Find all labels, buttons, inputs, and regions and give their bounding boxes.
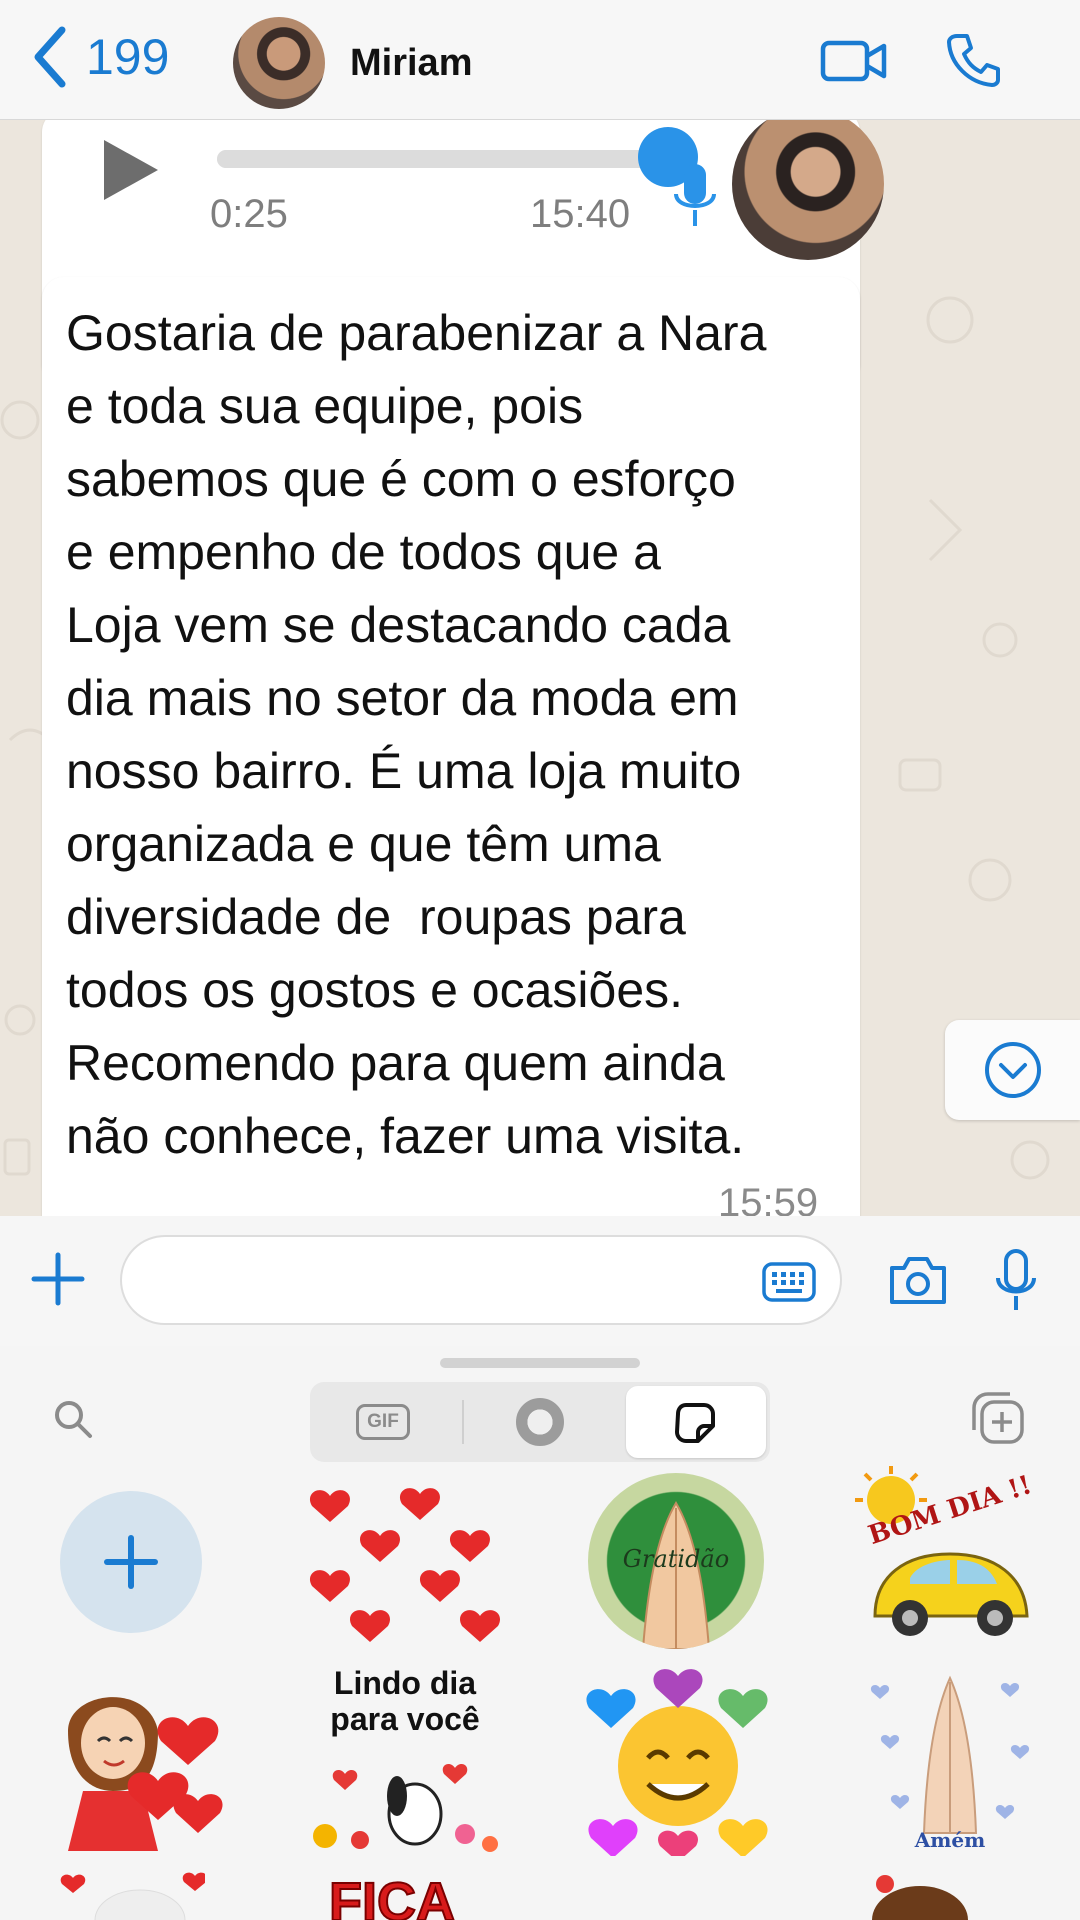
unread-count: 199 xyxy=(86,29,170,85)
phone-call-icon[interactable] xyxy=(945,32,1001,88)
sticker-bom-dia[interactable]: BOM DIA !! xyxy=(855,1466,1045,1646)
plus-icon[interactable] xyxy=(30,1251,86,1307)
chat-header: 199 Miriam xyxy=(0,0,1080,120)
message-line: sabemos que é com o esforço xyxy=(66,451,736,507)
sticker-tab-selector: GIF xyxy=(310,1382,770,1462)
voice-timestamp: 15:40 xyxy=(530,192,631,236)
message-line: diversidade de roupas para xyxy=(66,889,686,945)
avatar-tab[interactable] xyxy=(516,1398,564,1446)
sticker-tab[interactable] xyxy=(626,1386,766,1458)
sticker-fica[interactable]: FICA xyxy=(312,1871,492,1920)
sticker-lindo-dia-line1: Lindo dia xyxy=(333,1665,477,1701)
message-input[interactable] xyxy=(120,1235,842,1325)
audio-progress-track[interactable] xyxy=(217,150,692,168)
play-icon[interactable] xyxy=(104,140,158,200)
sticker-hearts[interactable] xyxy=(300,1476,500,1651)
sticker-partial-1[interactable] xyxy=(55,1866,205,1920)
video-call-icon[interactable] xyxy=(820,38,888,84)
keyboard-icon[interactable] xyxy=(762,1262,816,1302)
gif-tab[interactable]: GIF xyxy=(356,1404,410,1440)
search-icon[interactable] xyxy=(52,1398,94,1440)
panel-drag-handle[interactable] xyxy=(440,1358,640,1368)
message-text: Gostaria de parabenizar a Nara e toda sua… xyxy=(66,297,846,1173)
message-line: organizada e que têm uma xyxy=(66,816,661,872)
add-sticker-pack-icon[interactable] xyxy=(970,1390,1026,1446)
contact-avatar[interactable] xyxy=(233,17,325,109)
plus-icon xyxy=(104,1535,158,1589)
snoopy-flowers-icon xyxy=(313,1763,498,1852)
sticker-lindo-dia-line2: para você xyxy=(330,1701,480,1737)
praying-hands-icon xyxy=(870,1675,1030,1834)
chevron-down-circle-icon xyxy=(985,1042,1041,1098)
message-line: nosso bairro. É uma loja muito xyxy=(66,743,742,799)
message-timestamp: 15:59 xyxy=(718,1181,819,1216)
sticker-smiley-hearts[interactable] xyxy=(583,1666,773,1856)
tab-divider xyxy=(462,1400,464,1444)
message-line: Recomendo para quem ainda xyxy=(66,1035,725,1091)
sticker-lindo-dia[interactable]: Lindo dia para você xyxy=(305,1666,505,1856)
microphone-icon xyxy=(674,164,716,226)
sticker-girl-hearts[interactable] xyxy=(38,1671,228,1851)
sticker-gratidao[interactable]: Gratidão xyxy=(588,1473,764,1649)
message-line: dia mais no setor da moda em xyxy=(66,670,739,726)
message-line: Loja vem se destacando cada xyxy=(66,597,731,653)
camera-icon[interactable] xyxy=(888,1254,948,1306)
create-sticker-button[interactable] xyxy=(60,1491,202,1633)
sticker-fica-label: FICA xyxy=(328,1871,456,1920)
sticker-icon xyxy=(675,1403,715,1443)
message-line: não conhece, fazer uma visita. xyxy=(66,1108,745,1164)
back-button[interactable]: 199 xyxy=(30,24,169,90)
chevron-left-icon xyxy=(34,26,66,88)
message-line: e toda sua equipe, pois xyxy=(66,378,584,434)
sticker-partial-girl[interactable] xyxy=(865,1866,975,1920)
message-line: todos os gostos e ocasiões. xyxy=(66,962,684,1018)
sticker-panel: GIF Gratidão BOM DIA !! Lindo dia para v… xyxy=(0,1346,1080,1920)
message-input-bar xyxy=(0,1216,1080,1346)
voice-duration: 0:25 xyxy=(210,192,288,236)
audio-progress-fill xyxy=(217,150,669,168)
sticker-amem-label: Amém xyxy=(914,1828,986,1852)
sticker-gratidao-label: Gratidão xyxy=(622,1545,730,1573)
contact-name[interactable]: Miriam xyxy=(350,42,472,85)
sticker-amem[interactable]: Amém xyxy=(860,1668,1040,1858)
microphone-icon[interactable] xyxy=(994,1248,1038,1314)
message-line: Gostaria de parabenizar a Nara xyxy=(66,305,767,361)
message-line: e empenho de todos que a xyxy=(66,524,661,580)
chat-area[interactable]: 0:25 15:40 Gostaria de parabenizar a Nar… xyxy=(0,120,1080,1216)
text-message-bubble[interactable]: Gostaria de parabenizar a Nara e toda sua… xyxy=(42,277,860,1216)
scroll-to-bottom-button[interactable] xyxy=(945,1020,1080,1120)
